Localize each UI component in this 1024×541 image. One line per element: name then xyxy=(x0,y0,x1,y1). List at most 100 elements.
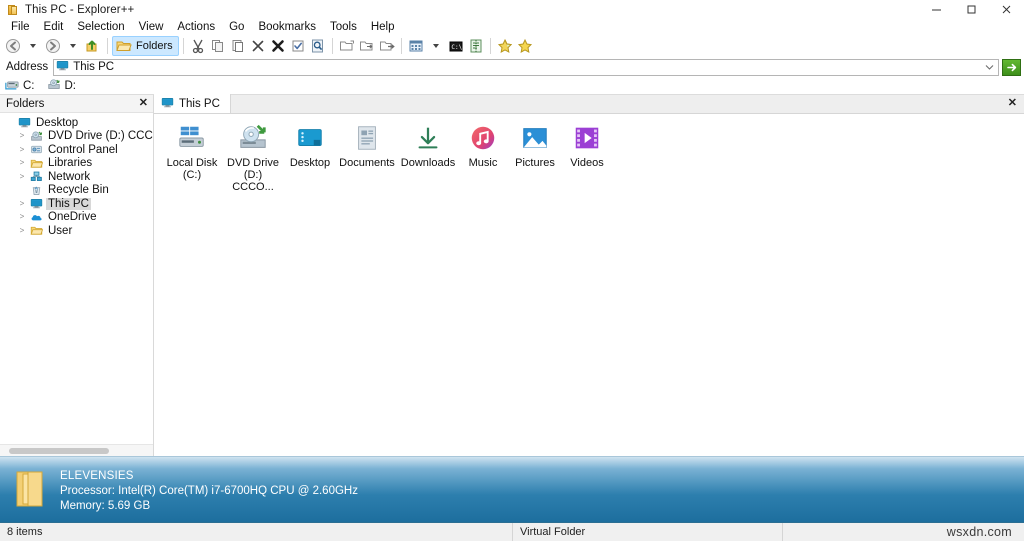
address-label: Address xyxy=(6,61,49,73)
tree-item-label: DVD Drive (D:) CCCOMA_X64F xyxy=(48,130,153,143)
menu-view[interactable]: View xyxy=(132,19,171,35)
tree-item-recycle-bin[interactable]: Recycle Bin xyxy=(0,184,153,198)
tree-item-this-pc[interactable]: > This PC xyxy=(0,197,153,211)
status-bar: 8 items Virtual Folder wsxdn.com xyxy=(0,522,1024,541)
tree-expander[interactable]: > xyxy=(16,145,28,154)
file-list[interactable]: Local Disk (C:) DVD Drive (D:) CCCO... D… xyxy=(154,114,1024,456)
file-item-videos[interactable]: Videos xyxy=(562,120,612,195)
tree-item-label: OneDrive xyxy=(48,211,97,224)
hard-drive-icon xyxy=(5,78,19,94)
file-item-pictures[interactable]: Pictures xyxy=(508,120,562,195)
forward-button[interactable] xyxy=(43,36,63,56)
file-item-dvd-drive[interactable]: DVD Drive (D:) CCCO... xyxy=(222,120,284,195)
folders-toggle-button[interactable]: Folders xyxy=(112,35,179,56)
tree-item-network[interactable]: > Network xyxy=(0,170,153,184)
menu-bookmarks[interactable]: Bookmarks xyxy=(251,19,323,35)
file-item-label: Pictures xyxy=(515,157,555,169)
file-item-desktop[interactable]: Desktop xyxy=(284,120,336,195)
network-icon xyxy=(28,170,44,183)
pictures-icon xyxy=(520,122,550,154)
back-button[interactable] xyxy=(3,36,23,56)
tree-item-label: User xyxy=(48,224,73,237)
close-icon[interactable]: ✕ xyxy=(139,98,148,109)
drive-c-label: C: xyxy=(23,79,35,92)
tree-expander[interactable]: > xyxy=(16,132,28,140)
delete-button[interactable] xyxy=(248,36,268,56)
menu-selection[interactable]: Selection xyxy=(70,19,131,35)
copy-to-folder-button[interactable] xyxy=(357,36,377,56)
tab-this-pc[interactable]: This PC xyxy=(154,94,231,113)
menu-edit[interactable]: Edit xyxy=(37,19,71,35)
tree-item-libraries[interactable]: > Libraries xyxy=(0,157,153,171)
info-panel: ELEVENSIES Processor: Intel(R) Core(TM) … xyxy=(0,456,1024,522)
cut-button[interactable] xyxy=(188,36,208,56)
file-item-label: Documents xyxy=(339,157,395,169)
views-button[interactable] xyxy=(406,36,426,56)
music-icon xyxy=(468,122,498,154)
hard-drive-icon xyxy=(177,122,207,154)
copy-button[interactable] xyxy=(208,36,228,56)
tab-label: This PC xyxy=(179,97,220,110)
drive-c[interactable]: C: xyxy=(5,78,35,94)
tree-expander[interactable]: > xyxy=(16,172,28,181)
forward-dropdown-icon[interactable] xyxy=(63,36,83,56)
minimize-button[interactable] xyxy=(919,0,954,19)
new-folder-button[interactable] xyxy=(337,36,357,56)
search-button[interactable] xyxy=(308,36,328,56)
watermark: wsxdn.com xyxy=(946,525,1012,539)
file-item-documents[interactable]: Documents xyxy=(336,120,398,195)
open-command-prompt-button[interactable]: C:\ xyxy=(446,36,466,56)
split-file-button[interactable] xyxy=(466,36,486,56)
close-button[interactable] xyxy=(989,0,1024,19)
scrollbar-thumb[interactable] xyxy=(9,447,109,454)
properties-button[interactable] xyxy=(288,36,308,56)
folder-tree[interactable]: Desktop > DVD Drive (D:) CCCOMA_X64F xyxy=(0,113,153,444)
menu-tools[interactable]: Tools xyxy=(323,19,364,35)
main-body: Folders ✕ Desktop > DVD Drive (D:) CCC >… xyxy=(0,94,1024,456)
desktop-icon xyxy=(16,116,32,129)
file-item-label: Desktop xyxy=(289,157,331,169)
address-bar: Address This PC xyxy=(0,57,1024,77)
manage-bookmarks-button[interactable] xyxy=(515,36,535,56)
file-item-local-disk-c[interactable]: Local Disk (C:) xyxy=(162,120,222,195)
close-tab-icon[interactable]: ✕ xyxy=(1008,98,1017,109)
file-item-music[interactable]: Music xyxy=(458,120,508,195)
tree-item-onedrive[interactable]: > OneDrive xyxy=(0,211,153,225)
tree-item-user[interactable]: > User xyxy=(0,224,153,238)
delete-permanently-button[interactable] xyxy=(268,36,288,56)
go-button[interactable] xyxy=(1002,58,1021,76)
address-input[interactable]: This PC xyxy=(53,58,999,76)
paste-button[interactable] xyxy=(228,36,248,56)
computer-name: ELEVENSIES xyxy=(60,470,134,482)
menu-help[interactable]: Help xyxy=(364,19,402,35)
menu-actions[interactable]: Actions xyxy=(170,19,222,35)
tree-expander[interactable]: > xyxy=(16,199,28,208)
back-dropdown-icon[interactable] xyxy=(23,36,43,56)
documents-icon xyxy=(352,122,382,154)
content-pane: This PC ✕ Local Disk (C:) DVD Drive (D:)… xyxy=(154,94,1024,456)
drive-d[interactable]: D: xyxy=(47,78,76,94)
menu-go[interactable]: Go xyxy=(222,19,251,35)
optical-drive-icon xyxy=(47,78,61,94)
file-item-downloads[interactable]: Downloads xyxy=(398,120,458,195)
tree-expander[interactable]: > xyxy=(16,226,28,235)
main-toolbar: Folders C:\ xyxy=(0,35,1024,57)
tree-expander[interactable]: > xyxy=(16,159,28,167)
address-value: This PC xyxy=(73,61,115,73)
views-dropdown-icon[interactable] xyxy=(426,36,446,56)
maximize-button[interactable] xyxy=(954,0,989,19)
window-controls xyxy=(919,0,1024,19)
tree-item-dvd-drive[interactable]: > DVD Drive (D:) CCCOMA_X64F xyxy=(0,130,153,144)
this-pc-icon xyxy=(56,59,69,75)
up-button[interactable] xyxy=(83,36,103,56)
menu-file[interactable]: File xyxy=(4,19,37,35)
onedrive-icon xyxy=(28,211,44,224)
tree-expander[interactable]: > xyxy=(16,213,28,221)
chevron-down-icon[interactable] xyxy=(983,60,995,75)
move-to-folder-button[interactable] xyxy=(377,36,397,56)
folders-pane-hscrollbar[interactable] xyxy=(0,444,153,456)
tree-item-label: Recycle Bin xyxy=(48,184,109,197)
tree-item-control-panel[interactable]: > Control Panel xyxy=(0,143,153,157)
tree-item-desktop[interactable]: Desktop xyxy=(0,116,153,130)
add-bookmark-button[interactable] xyxy=(495,36,515,56)
